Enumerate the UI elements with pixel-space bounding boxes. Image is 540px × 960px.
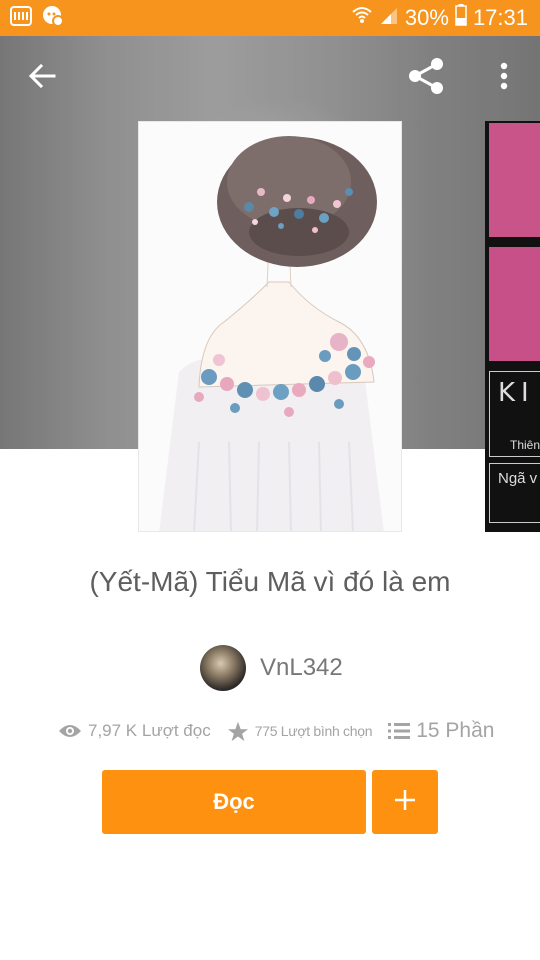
clock: 17:31 (472, 5, 528, 30)
next-cover-panel (489, 247, 540, 361)
more-vertical-icon (500, 62, 508, 95)
reads-count: 7,97 K Lượt đọc (88, 721, 211, 740)
parts-count: 15 Phần (416, 719, 495, 742)
back-button[interactable] (18, 58, 66, 98)
cover-illustration (139, 122, 401, 531)
next-cover-panel (489, 123, 540, 237)
battery-icon (455, 4, 467, 32)
more-options-button[interactable] (486, 58, 522, 98)
author-name[interactable]: VnL342 (260, 654, 343, 682)
story-cover[interactable] (138, 121, 402, 532)
next-cover-panel: KI Thiên (489, 371, 540, 457)
votes-stat: 775 Lượt bình chọn (227, 721, 372, 742)
share-button[interactable] (402, 56, 450, 100)
share-icon (407, 57, 445, 100)
author-avatar[interactable] (200, 645, 246, 691)
back-arrow-icon (28, 63, 56, 94)
next-cover-text: KI (498, 378, 535, 408)
author-link[interactable]: VnL342 (200, 644, 343, 692)
read-button[interactable]: Đọc (102, 770, 366, 834)
reads-stat: 7,97 K Lượt đọc (58, 721, 211, 741)
chat-notification-icon (42, 5, 64, 32)
story-stats: 7,97 K Lượt đọc 775 Lượt bình chọn 15 Ph… (58, 716, 494, 746)
parts-stat: 15 Phần (388, 719, 494, 743)
next-cover-panel: Ngã v (489, 463, 540, 523)
battery-percent: 30% (404, 5, 449, 30)
signal-icon (379, 5, 399, 31)
plus-icon (394, 789, 416, 816)
eye-icon (58, 723, 82, 739)
wifi-icon (351, 5, 373, 31)
next-cover-text: Ngã v (498, 470, 538, 487)
next-cover-text: Thiên (510, 438, 540, 452)
story-title: (Yết-Mã) Tiểu Mã vì đó là em (89, 566, 451, 597)
list-icon (388, 722, 411, 740)
add-to-library-button[interactable] (372, 770, 438, 834)
app-notification-icon (10, 5, 32, 31)
star-icon (227, 721, 249, 742)
next-story-cover[interactable]: KI Thiên Ngã v (485, 121, 540, 532)
status-bar: 30% 17:31 (0, 0, 540, 36)
top-navigation (0, 36, 540, 120)
votes-count: 775 Lượt bình chọn (254, 723, 373, 739)
